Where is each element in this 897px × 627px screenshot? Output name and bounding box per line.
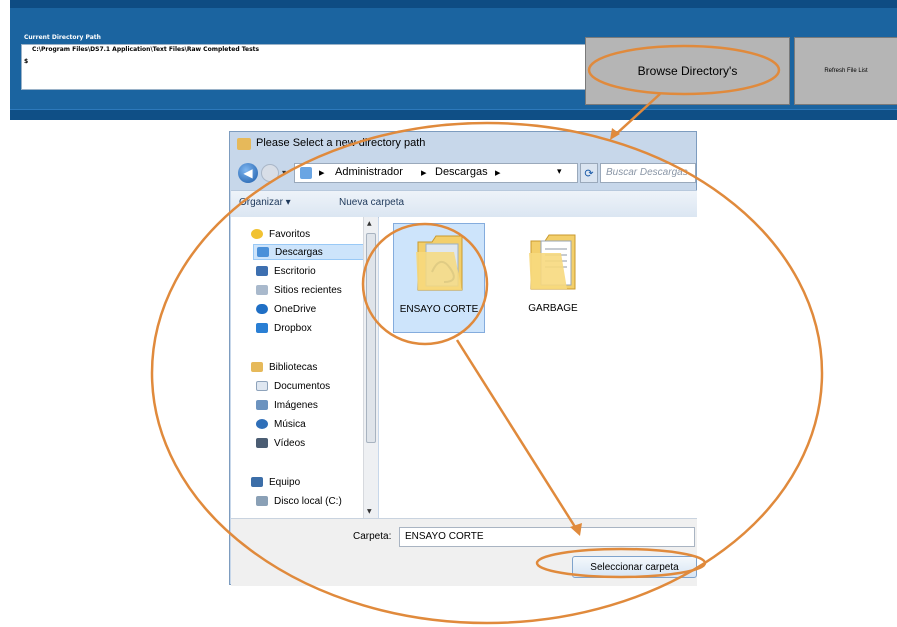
onedrive-icon: [256, 304, 268, 314]
nav-item-label: OneDrive: [274, 303, 317, 315]
nav-item-label: Dropbox: [274, 322, 312, 334]
chevron-down-icon[interactable]: ▾: [557, 166, 562, 177]
select-folder-button[interactable]: Seleccionar carpeta: [572, 556, 697, 578]
browse-directory-button[interactable]: Browse Directory's: [585, 37, 790, 105]
breadcrumb-item-administrador[interactable]: Administrador: [335, 166, 403, 178]
dialog-title-bar[interactable]: Please Select a new directory path: [230, 132, 696, 156]
folder-name-label: Carpeta:: [353, 531, 392, 542]
downloads-folder-icon: [257, 247, 269, 257]
header-bottom-border: [10, 109, 897, 120]
folder-label: GARBAGE: [528, 303, 578, 314]
nav-item-label: Disco local (C:): [274, 495, 342, 507]
current-directory-label: Current Directory Path: [24, 34, 101, 41]
recent-pages-dropdown-icon[interactable]: ▾: [282, 168, 286, 177]
documents-icon: [256, 381, 268, 391]
nav-item-label: Bibliotecas: [269, 361, 318, 373]
nav-item-equipo[interactable]: Equipo: [251, 474, 300, 490]
disk-icon: [256, 496, 268, 506]
nav-item-label: Descargas: [275, 246, 323, 258]
refresh-file-list-button[interactable]: Refresh File List: [794, 37, 897, 105]
folder-label: ENSAYO CORTE: [399, 304, 479, 315]
nav-item-label: Escritorio: [274, 265, 316, 277]
nav-item-label: Imágenes: [274, 399, 318, 411]
breadcrumb[interactable]: ▸ Administrador ▸ Descargas ▸ ▾: [294, 163, 578, 183]
current-directory-value: C:\Program Files\DS7.1 Application\Text …: [32, 46, 260, 53]
nav-item-sitios-recientes[interactable]: Sitios recientes: [256, 282, 342, 298]
current-directory-field[interactable]: C:\Program Files\DS7.1 Application\Text …: [21, 44, 586, 90]
chevron-right-icon[interactable]: ▸: [421, 166, 427, 179]
nav-item-descargas[interactable]: Descargas: [253, 244, 367, 260]
nav-item-label: Documentos: [274, 380, 331, 392]
chevron-right-icon[interactable]: ▸: [495, 166, 501, 179]
folder-item-ensayo-corte[interactable]: ENSAYO CORTE: [393, 223, 485, 333]
refresh-icon[interactable]: ⟳: [580, 163, 598, 183]
nav-item-musica[interactable]: Música: [256, 416, 306, 432]
folder-item-garbage[interactable]: GARBAGE: [507, 223, 599, 333]
nav-item-disco-local[interactable]: Disco local (C:): [256, 493, 342, 509]
breadcrumb-item-descargas[interactable]: Descargas: [435, 166, 488, 178]
nav-item-label: Favoritos: [269, 228, 311, 240]
folder-icon: [529, 234, 576, 290]
nav-item-videos[interactable]: Vídeos: [256, 435, 305, 451]
folder-icon: [237, 138, 251, 150]
nav-item-label: Sitios recientes: [274, 284, 342, 296]
navigation-pane: Favoritos Descargas Escritorio Sitios re…: [231, 217, 371, 518]
nav-item-imagenes[interactable]: Imágenes: [256, 397, 318, 413]
dropbox-icon: [256, 323, 268, 333]
star-icon: [251, 229, 263, 239]
desktop-icon: [256, 266, 268, 276]
nav-item-escritorio[interactable]: Escritorio: [256, 263, 316, 279]
videos-icon: [256, 438, 268, 448]
dialog-title: Please Select a new directory path: [256, 137, 426, 149]
scroll-up-icon[interactable]: ▲: [367, 220, 372, 227]
folder-name-input[interactable]: ENSAYO CORTE: [399, 527, 695, 547]
back-arrow-icon[interactable]: ◀: [238, 163, 258, 183]
nav-item-favoritos[interactable]: Favoritos: [251, 226, 310, 242]
folder-icon: [416, 235, 463, 291]
app-header-panel: Current Directory Path C:\Program Files\…: [10, 0, 897, 120]
search-input[interactable]: Buscar Descargas: [600, 163, 696, 183]
navigation-scrollbar[interactable]: ▲ ▼: [363, 217, 378, 518]
nav-item-label: Equipo: [269, 476, 301, 488]
dialog-toolbar: Organizar ▾ Nueva carpeta: [231, 190, 697, 218]
address-bar: ◀ ▾ ▸ Administrador ▸ Descargas ▸ ▾ ⟳ Bu…: [230, 160, 696, 186]
directory-caret: $: [24, 58, 29, 65]
nav-item-onedrive[interactable]: OneDrive: [256, 301, 316, 317]
scroll-down-icon[interactable]: ▼: [367, 508, 372, 515]
folder-content-area: ENSAYO CORTE GARBAGE: [379, 217, 697, 518]
computer-icon: [251, 477, 263, 487]
new-folder-button[interactable]: Nueva carpeta: [339, 197, 404, 208]
organize-menu-button[interactable]: Organizar ▾: [239, 197, 291, 208]
music-icon: [256, 419, 268, 429]
dialog-footer: Carpeta: ENSAYO CORTE Seleccionar carpet…: [231, 518, 697, 586]
forward-arrow-icon[interactable]: [261, 164, 279, 182]
nav-item-label: Música: [274, 418, 306, 430]
pictures-icon: [256, 400, 268, 410]
scrollbar-thumb[interactable]: [366, 233, 376, 443]
nav-item-documentos[interactable]: Documentos: [256, 378, 330, 394]
nav-item-bibliotecas[interactable]: Bibliotecas: [251, 359, 317, 375]
chevron-right-icon[interactable]: ▸: [319, 166, 325, 179]
nav-item-dropbox[interactable]: Dropbox: [256, 320, 312, 336]
header-top-border: [10, 0, 897, 8]
folder-picker-dialog: Please Select a new directory path ◀ ▾ ▸…: [229, 131, 697, 586]
user-folder-icon: [300, 167, 312, 179]
nav-item-label: Vídeos: [274, 437, 306, 449]
recent-places-icon: [256, 285, 268, 295]
libraries-icon: [251, 362, 263, 372]
